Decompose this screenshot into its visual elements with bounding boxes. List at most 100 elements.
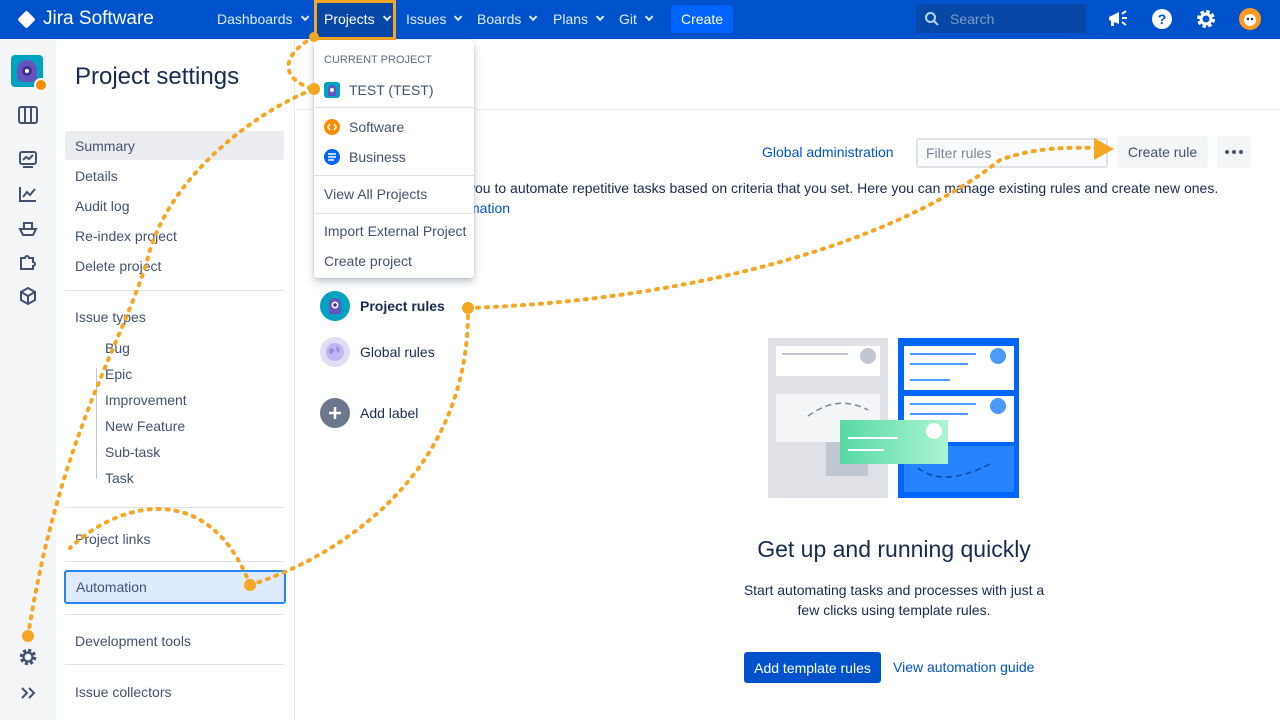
learn-automation-link[interactable]: mation xyxy=(468,200,510,216)
add-ons-puzzle-icon[interactable] xyxy=(16,250,40,274)
sidebar-divider xyxy=(65,561,284,562)
chevron-down-icon xyxy=(595,12,605,22)
nav-boards[interactable]: Boards xyxy=(477,11,538,27)
global-rules-globe-icon xyxy=(320,337,350,367)
nav-label: Dashboards xyxy=(217,11,293,27)
empty-state-title: Get up and running quickly xyxy=(757,536,1031,562)
add-template-rules-button[interactable]: Add template rules xyxy=(744,652,881,683)
project-settings-sidebar: Project settings Summary Details Audit l… xyxy=(56,39,295,720)
dropdown-item-current-project[interactable]: TEST (TEST) xyxy=(314,76,474,104)
sidebar-divider xyxy=(65,614,284,615)
dropdown-item-import[interactable]: Import External Project xyxy=(314,217,474,245)
sidebar-divider xyxy=(65,290,284,291)
expand-sidebar-icon[interactable] xyxy=(16,681,40,705)
more-actions-button[interactable] xyxy=(1217,136,1251,168)
nav-label: Plans xyxy=(553,11,589,27)
nav-dashboards[interactable]: Dashboards xyxy=(217,11,309,27)
page-title: Project settings xyxy=(75,63,240,90)
nav-label: Boards xyxy=(477,11,522,27)
filter-rules-input[interactable] xyxy=(916,138,1108,168)
empty-state-description: Start automating tasks and processes wit… xyxy=(743,582,1045,618)
jira-diamond-icon xyxy=(17,9,36,29)
nav-label: Projects xyxy=(324,11,375,27)
sidebar-item-development-tools[interactable]: Development tools xyxy=(65,626,284,655)
automation-illustration xyxy=(768,338,1019,498)
projects-dropdown-menu: CURRENT PROJECT TEST (TEST) Software Bus… xyxy=(314,40,474,278)
sidebar-item-audit-log[interactable]: Audit log xyxy=(65,191,284,220)
dropdown-item-label: TEST (TEST) xyxy=(349,82,434,98)
sidebar-item-delete[interactable]: Delete project xyxy=(65,251,284,280)
more-dots-icon xyxy=(1225,150,1243,154)
components-cube-icon[interactable] xyxy=(16,284,40,308)
reports-icon[interactable] xyxy=(16,148,40,172)
issue-type-bug[interactable]: Bug xyxy=(105,337,130,359)
search-input[interactable] xyxy=(950,10,1070,27)
chart-icon[interactable] xyxy=(16,182,40,206)
sidebar-item-summary[interactable]: Summary xyxy=(65,131,284,160)
nav-git[interactable]: Git xyxy=(619,11,654,27)
issue-type-new-feature[interactable]: New Feature xyxy=(105,415,185,437)
dropdown-item-label: Business xyxy=(349,149,406,165)
dropdown-divider xyxy=(314,175,474,176)
sidebar-item-project-links[interactable]: Project links xyxy=(65,524,284,553)
nav-projects[interactable]: Projects xyxy=(324,11,391,27)
software-code-icon xyxy=(324,119,340,135)
board-icon[interactable] xyxy=(16,103,40,127)
nav-label: Issues xyxy=(406,11,447,27)
issue-type-sub-task[interactable]: Sub-task xyxy=(105,441,160,463)
project-rules-icon xyxy=(320,291,350,321)
user-avatar[interactable] xyxy=(1238,7,1262,31)
sidebar-divider xyxy=(65,507,284,508)
issue-type-improvement[interactable]: Improvement xyxy=(105,389,187,411)
dropdown-item-label: Software xyxy=(349,119,405,135)
notifications-megaphone-icon[interactable] xyxy=(1106,7,1130,31)
releases-ship-icon[interactable] xyxy=(16,216,40,240)
automation-description: you to automate repetitive tasks based o… xyxy=(468,180,1219,196)
left-rail xyxy=(0,39,56,720)
sidebar-item-details[interactable]: Details xyxy=(65,161,284,190)
settings-gear-icon[interactable] xyxy=(1194,7,1218,31)
jira-logo[interactable]: Jira Software xyxy=(17,8,154,30)
dropdown-item-create-project[interactable]: Create project xyxy=(314,247,474,275)
create-rule-button[interactable]: Create rule xyxy=(1117,136,1208,168)
software-badge-icon xyxy=(34,78,48,92)
rule-category-label: Project rules xyxy=(360,298,445,314)
tree-line xyxy=(96,368,97,479)
project-settings-gear-icon[interactable] xyxy=(16,645,40,669)
svg-text:?: ? xyxy=(1158,11,1167,27)
nav-plans[interactable]: Plans xyxy=(553,11,605,27)
sidebar-item-automation[interactable]: Automation xyxy=(64,570,286,604)
sidebar-item-issue-collectors[interactable]: Issue collectors xyxy=(65,677,284,706)
rule-category-label: Global rules xyxy=(360,344,435,360)
dropdown-divider xyxy=(314,213,474,214)
dropdown-item-software[interactable]: Software xyxy=(314,113,474,141)
search-box[interactable] xyxy=(916,4,1086,33)
create-button[interactable]: Create xyxy=(671,5,733,33)
issue-type-epic[interactable]: Epic xyxy=(105,363,132,385)
issue-type-task[interactable]: Task xyxy=(105,467,134,489)
view-automation-guide-link[interactable]: View automation guide xyxy=(893,659,1034,675)
chevron-down-icon xyxy=(644,12,654,22)
dropdown-section-header: CURRENT PROJECT xyxy=(324,54,432,66)
sidebar-item-issue-types[interactable]: Issue types xyxy=(65,302,284,331)
sidebar-item-reindex[interactable]: Re-index project xyxy=(65,221,284,250)
project-avatar-image xyxy=(17,60,37,82)
top-navigation: Jira Software Dashboards Projects Issues… xyxy=(0,0,1280,40)
nav-issues[interactable]: Issues xyxy=(406,11,463,27)
chevron-down-icon xyxy=(300,12,309,22)
add-plus-icon xyxy=(320,398,350,428)
dropdown-item-business[interactable]: Business xyxy=(314,143,474,171)
business-lines-icon xyxy=(324,149,340,165)
add-label-text: Add label xyxy=(360,405,419,421)
add-label-button[interactable]: Add label xyxy=(320,398,418,428)
dropdown-item-view-all[interactable]: View All Projects xyxy=(314,180,474,208)
chevron-down-icon xyxy=(454,12,463,22)
project-avatar-icon xyxy=(324,82,340,98)
dropdown-divider xyxy=(314,107,474,108)
global-administration-link[interactable]: Global administration xyxy=(762,144,894,160)
rule-category-project[interactable]: Project rules xyxy=(320,291,445,321)
rule-category-global[interactable]: Global rules xyxy=(320,337,435,367)
app-name: Jira Software xyxy=(43,8,154,29)
help-icon[interactable]: ? xyxy=(1150,7,1174,31)
project-avatar[interactable] xyxy=(11,55,48,92)
